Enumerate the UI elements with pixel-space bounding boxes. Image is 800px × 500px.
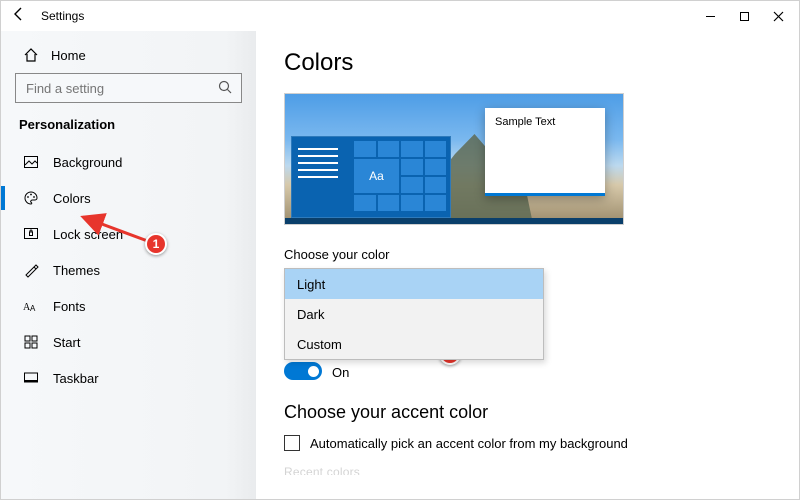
sidebar-item-label: Background (53, 155, 122, 170)
toggle-state-label: On (332, 365, 349, 380)
themes-icon (23, 262, 39, 278)
sidebar-item-label: Colors (53, 191, 91, 206)
search-box[interactable] (15, 73, 242, 103)
sidebar-home-label: Home (51, 48, 86, 63)
maximize-button[interactable] (727, 3, 761, 29)
sidebar-item-label: Themes (53, 263, 100, 278)
sidebar-item-themes[interactable]: Themes (1, 252, 256, 288)
title-bar: Settings (1, 1, 799, 31)
search-icon (217, 79, 233, 98)
start-icon (23, 334, 39, 350)
choose-color-dropdown[interactable]: Light Dark Custom (284, 268, 544, 360)
preview-start-panel: Aa (291, 136, 451, 218)
sidebar-nav: Background Colors Lock screen Themes AA … (1, 144, 256, 396)
preview-sample-window: Sample Text (485, 108, 605, 196)
checkbox-icon[interactable] (284, 435, 300, 451)
lock-screen-icon (23, 226, 39, 242)
search-input[interactable] (24, 80, 217, 97)
sidebar-home[interactable]: Home (1, 41, 256, 73)
back-button[interactable] (5, 6, 33, 26)
taskbar-icon (23, 370, 39, 386)
recent-colors-label-cutoff: Recent colors (284, 465, 771, 475)
sidebar-section-title: Personalization (1, 117, 256, 144)
color-option-light[interactable]: Light (285, 269, 543, 299)
sidebar-item-fonts[interactable]: AA Fonts (1, 288, 256, 324)
close-button[interactable] (761, 3, 795, 29)
preview-sample-text: Sample Text (495, 116, 555, 128)
sidebar-item-colors[interactable]: Colors (1, 180, 256, 216)
minimize-button[interactable] (693, 3, 727, 29)
toggle-switch[interactable] (284, 362, 322, 380)
sidebar-item-taskbar[interactable]: Taskbar (1, 360, 256, 396)
window-title: Settings (41, 9, 84, 23)
sidebar-item-background[interactable]: Background (1, 144, 256, 180)
color-option-custom[interactable]: Custom (285, 329, 543, 359)
svg-text:A: A (30, 304, 36, 313)
sidebar: Home Personalization Background C (1, 31, 256, 499)
content-pane: Colors Aa Sample Text (256, 31, 799, 499)
sidebar-item-label: Fonts (53, 299, 86, 314)
sidebar-item-start[interactable]: Start (1, 324, 256, 360)
color-preview: Aa Sample Text (284, 93, 624, 225)
sidebar-item-label: Start (53, 335, 80, 350)
sidebar-item-lock-screen[interactable]: Lock screen (1, 216, 256, 252)
accent-section-title: Choose your accent color (284, 402, 771, 423)
preview-tile-aa: Aa (354, 159, 399, 193)
palette-icon (23, 190, 39, 206)
sidebar-item-label: Taskbar (53, 371, 99, 386)
home-icon (23, 47, 39, 63)
auto-pick-accent-label: Automatically pick an accent color from … (310, 436, 628, 451)
fonts-icon: AA (23, 298, 39, 314)
page-title: Colors (284, 49, 771, 77)
auto-pick-accent-row[interactable]: Automatically pick an accent color from … (284, 435, 771, 451)
color-option-dark[interactable]: Dark (285, 299, 543, 329)
sidebar-item-label: Lock screen (53, 227, 123, 242)
choose-color-label: Choose your color (284, 247, 771, 262)
picture-icon (23, 154, 39, 170)
